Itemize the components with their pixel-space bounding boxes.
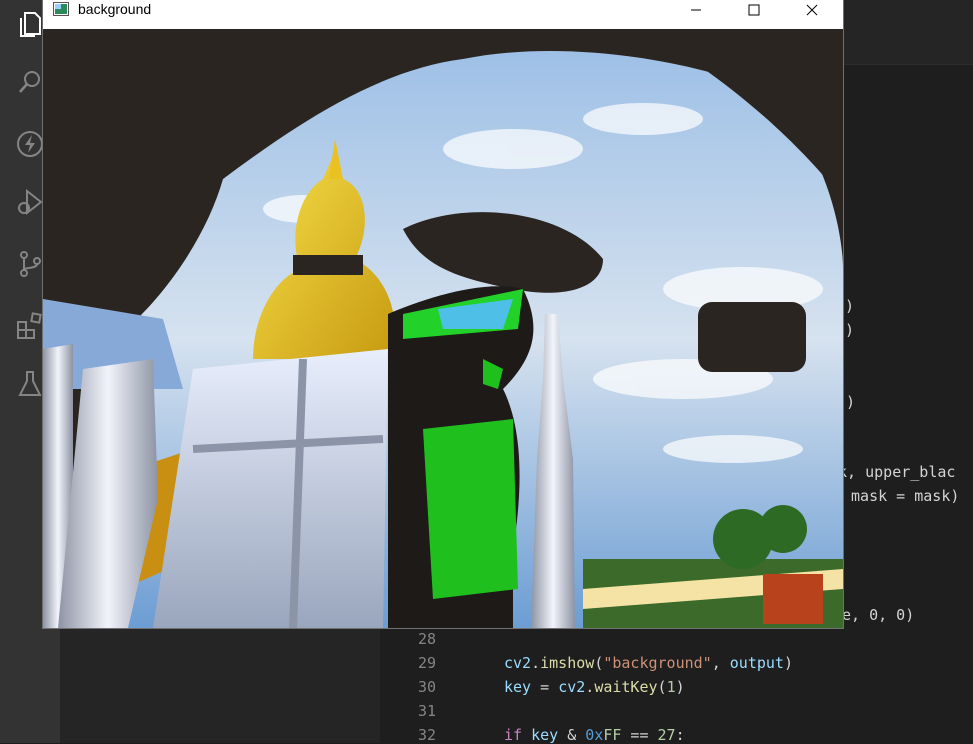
video-canvas <box>43 29 843 628</box>
code-peek-line: ck, upper_blac <box>829 463 956 481</box>
line-number: 29 <box>417 654 436 672</box>
window-titlebar[interactable]: background <box>43 0 843 29</box>
maximize-button[interactable] <box>725 0 783 20</box>
code-line-29[interactable]: cv2.imshow("background", output) <box>504 654 793 672</box>
opencv-window[interactable]: background <box>43 0 843 628</box>
minimize-icon <box>690 1 702 20</box>
code-line-32[interactable]: if key & 0xFF == 27: <box>504 726 685 744</box>
window-app-icon <box>53 1 69 16</box>
code-peek-line: e, 0, 0) <box>842 606 915 624</box>
code-line-30[interactable]: key = cv2.waitKey(1) <box>504 678 685 696</box>
maximize-icon <box>748 1 760 20</box>
window-title: background <box>78 1 152 17</box>
line-number: 28 <box>417 630 436 648</box>
line-number: 31 <box>417 702 436 720</box>
line-number: 30 <box>417 678 436 696</box>
code-peek-line: mask = mask) <box>842 487 960 505</box>
line-number: 32 <box>417 726 436 744</box>
close-button[interactable] <box>783 0 841 20</box>
close-icon <box>806 1 818 20</box>
minimize-button[interactable] <box>667 0 725 20</box>
